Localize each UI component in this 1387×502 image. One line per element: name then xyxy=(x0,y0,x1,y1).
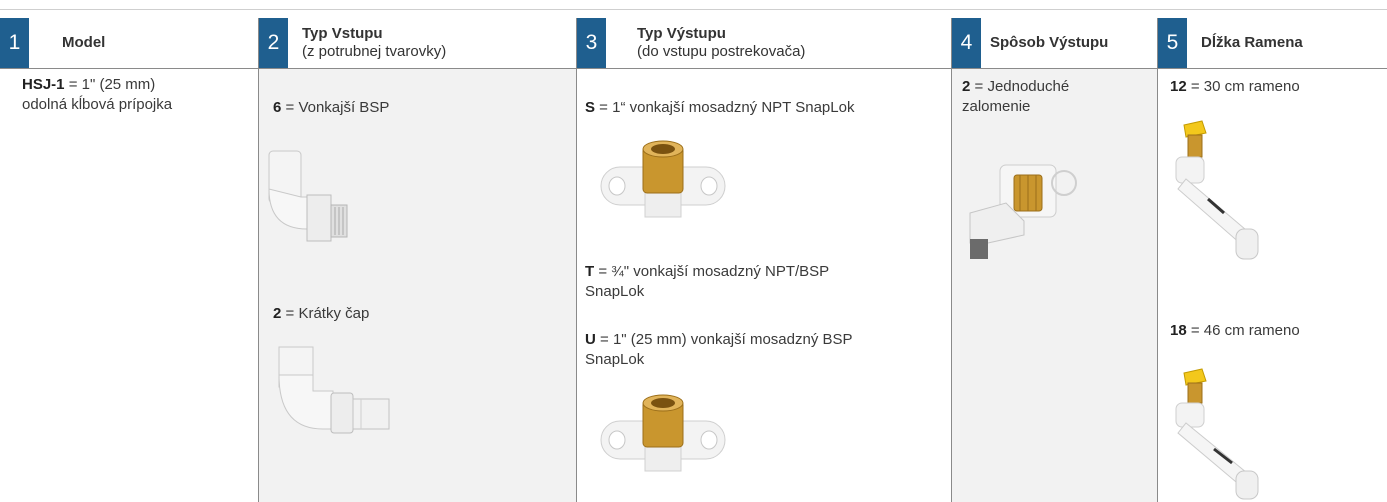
column-model: 1 Model HSJ-1 = 1" (25 mm) odolná kĺbová… xyxy=(0,18,258,502)
brass-snaplok-adapter-image xyxy=(600,140,726,218)
column-header: 3 Typ Výstupu (do vstupu postrekovača) xyxy=(577,18,952,68)
option-text: 2 = Jednoduché zalomenie xyxy=(962,78,1070,115)
option-text: T = ¾" vonkajší mosadzný NPT/BSP SnapLok xyxy=(585,263,830,300)
option-text: U = 1" (25 mm) vonkajší mosadzný BSP Sna… xyxy=(585,331,853,368)
column-title: Typ Vstupu xyxy=(302,25,383,42)
header-rule xyxy=(259,68,577,69)
column-outlet-style: 4 Spôsob Výstupu 2 = Jednoduché zalomeni… xyxy=(951,18,1158,502)
top-rule xyxy=(0,9,1387,10)
header-rule xyxy=(952,68,1158,69)
column-title: Typ Výstupu xyxy=(637,25,726,42)
column-arm-length: 5 Dĺžka Ramena 12 = 30 cm rameno 18 = 46… xyxy=(1157,18,1387,502)
option-text: HSJ-1 = 1" (25 mm) odolná kĺbová prípojk… xyxy=(22,76,173,113)
option-text: 2 = Krátky čap xyxy=(273,305,370,322)
column-header: 4 Spôsob Výstupu xyxy=(952,18,1158,68)
column-header: 1 Model xyxy=(0,18,258,68)
swing-joint-arm-46cm-image xyxy=(1175,368,1259,500)
step-number-badge: 5 xyxy=(1158,18,1187,68)
step-number-badge: 4 xyxy=(952,18,981,68)
brass-snaplok-adapter-image xyxy=(600,394,726,472)
column-title: Model xyxy=(62,34,106,51)
header-rule xyxy=(0,68,258,69)
column-header: 2 Typ Vstupu (z potrubnej tvarovky) xyxy=(259,18,577,68)
option-text: 6 = Vonkajší BSP xyxy=(273,99,390,116)
option-text: 12 = 30 cm rameno xyxy=(1170,78,1300,95)
option-text: 18 = 46 cm rameno xyxy=(1170,322,1300,339)
column-title: Dĺžka Ramena xyxy=(1201,34,1303,51)
column-header: 5 Dĺžka Ramena xyxy=(1158,18,1387,68)
column-inlet-type: 2 Typ Vstupu (z potrubnej tvarovky) 6 = … xyxy=(258,18,577,502)
step-number-badge: 1 xyxy=(0,18,29,68)
model-configuration-table: 1 Model HSJ-1 = 1" (25 mm) odolná kĺbová… xyxy=(0,18,1387,502)
step-number-badge: 3 xyxy=(577,18,606,68)
column-subtitle: (do vstupu postrekovača) xyxy=(637,43,806,60)
short-nipple-elbow-fitting-image xyxy=(278,346,390,434)
male-bsp-elbow-fitting-image xyxy=(268,150,348,242)
header-rule xyxy=(1158,68,1387,69)
header-rule xyxy=(577,68,952,69)
swing-joint-arm-30cm-image xyxy=(1175,120,1259,260)
column-subtitle: (z potrubnej tvarovky) xyxy=(302,43,447,60)
single-elbow-outlet-image xyxy=(969,164,1077,259)
column-outlet-type: 3 Typ Výstupu (do vstupu postrekovača) S… xyxy=(576,18,952,502)
option-text: S = 1“ vonkajší mosadzný NPT SnapLok xyxy=(585,99,855,116)
column-title: Spôsob Výstupu xyxy=(990,34,1109,51)
step-number-badge: 2 xyxy=(259,18,288,68)
